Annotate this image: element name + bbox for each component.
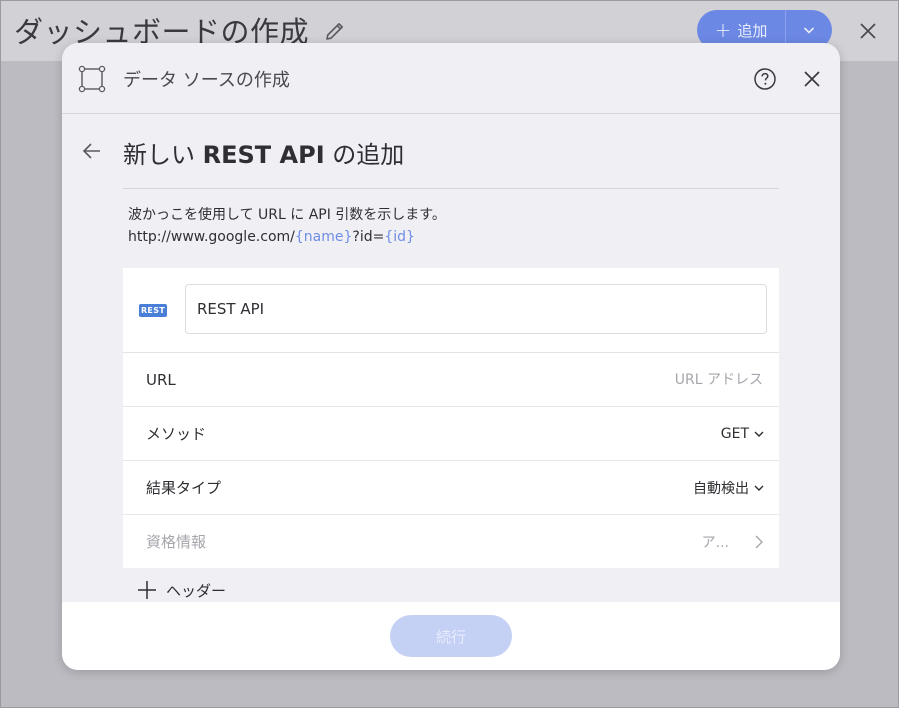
- help-icon[interactable]: [753, 67, 777, 91]
- credentials-select[interactable]: ア...: [702, 532, 765, 552]
- url-input[interactable]: [541, 370, 765, 389]
- add-header-label: ヘッダー: [166, 581, 227, 600]
- credentials-label: 資格情報: [146, 533, 207, 551]
- credentials-value: ア...: [701, 534, 729, 551]
- dialog-header: データ ソースの作成: [62, 43, 840, 114]
- create-datasource-dialog: データ ソースの作成 新しい REST API の追加 波かっこを使用して UR…: [62, 43, 840, 670]
- chevron-right-icon: [755, 535, 763, 548]
- heading-suffix: の追加: [332, 141, 405, 169]
- page-frame: ダッシュボードの作成 + 追加 データ ソースの作成 新しい REST API …: [0, 0, 899, 708]
- datasource-icon: [78, 65, 106, 93]
- example-param-id: {id}: [384, 229, 415, 245]
- rest-api-form: REST URL メソッド GET 結果タイプ 自動検出: [123, 268, 779, 568]
- result-type-label: 結果タイプ: [146, 479, 222, 497]
- close-icon[interactable]: [857, 20, 879, 42]
- heading-prefix: 新しい: [123, 141, 195, 169]
- dialog-footer: 続行: [62, 602, 840, 670]
- back-arrow-icon[interactable]: [80, 139, 104, 163]
- heading-rest-api: REST API: [202, 141, 325, 169]
- datasource-name-row: REST: [123, 268, 779, 353]
- url-instructions: 波かっこを使用して URL に API 引数を示します。 http://www.…: [128, 204, 446, 248]
- chevron-down-icon: [803, 27, 815, 34]
- instruction-text: 波かっこを使用して URL に API 引数を示します。: [128, 207, 446, 223]
- method-row[interactable]: メソッド GET: [123, 407, 779, 461]
- result-type-row[interactable]: 結果タイプ 自動検出: [123, 461, 779, 515]
- url-label: URL: [146, 370, 176, 389]
- close-icon[interactable]: [801, 68, 823, 90]
- chevron-down-icon: [754, 485, 764, 491]
- add-button-label: 追加: [737, 21, 768, 40]
- page-heading: 新しい REST API の追加: [123, 135, 404, 170]
- result-type-value: 自動検出: [693, 480, 749, 497]
- method-value: GET: [720, 425, 749, 442]
- dialog-title: データ ソースの作成: [123, 70, 290, 91]
- method-select[interactable]: GET: [721, 426, 765, 442]
- url-row: URL: [123, 353, 779, 407]
- plus-icon: +: [714, 18, 732, 42]
- example-url: http://www.google.com/{name}?id={id}: [128, 229, 415, 245]
- rest-icon: REST: [139, 304, 167, 317]
- credentials-row[interactable]: 資格情報 ア...: [123, 515, 779, 568]
- heading-divider: [123, 188, 779, 189]
- datasource-name-input[interactable]: [185, 284, 767, 334]
- example-param-name: {name}: [294, 229, 353, 245]
- add-header-button[interactable]: ヘッダー: [136, 579, 226, 601]
- pencil-icon[interactable]: [323, 19, 347, 43]
- method-label: メソッド: [146, 425, 207, 443]
- result-type-select[interactable]: 自動検出: [693, 478, 765, 498]
- continue-button[interactable]: 続行: [390, 615, 512, 657]
- chevron-down-icon: [754, 431, 764, 437]
- plus-icon: [138, 581, 156, 599]
